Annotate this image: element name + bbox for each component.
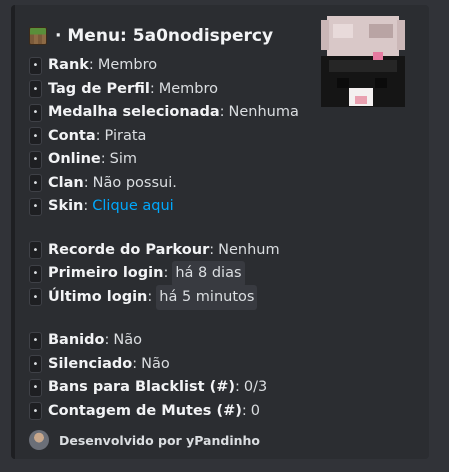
bullet-icon: • (29, 402, 42, 421)
bullet-icon: • (29, 197, 42, 216)
field-value: há 5 minutos (156, 284, 258, 310)
field-value: Sim (109, 151, 137, 167)
field-key: Contagem de Mutes (#) (48, 402, 242, 419)
bullet-icon: • (29, 127, 42, 146)
field-row: • Banido: Não (29, 329, 329, 353)
bullet-icon: • (29, 378, 42, 397)
field-separator: : (235, 379, 240, 395)
field-value: Membro (158, 80, 218, 97)
field-value: Não (141, 355, 170, 372)
field-value: 0 (250, 402, 260, 419)
field-separator: : (88, 57, 94, 73)
developer-avatar-icon (29, 430, 49, 450)
field-value: há 8 dias (172, 261, 245, 287)
field-separator: : (209, 241, 215, 258)
field-value: Não possui. (92, 174, 177, 191)
field-key: Bans para Blacklist (#) (48, 379, 235, 395)
bullet-icon: • (29, 288, 42, 307)
skin-thumbnail[interactable] (319, 16, 405, 107)
grass-block-icon (29, 27, 47, 45)
skin-link[interactable]: Clique aqui (92, 195, 173, 219)
field-key: Recorde do Parkour (48, 241, 210, 258)
field-row: • Tag de Perfil: Membro (29, 78, 329, 102)
field-value: Nenhuma (228, 104, 299, 120)
embed-author: · Menu: 5a0nodispercy (29, 23, 273, 49)
field-separator: : (83, 198, 89, 214)
field-row: • Rank: Membro (29, 54, 329, 78)
field-key: Medalha selecionada (48, 104, 220, 120)
author-prefix: Menu: (67, 26, 133, 46)
field-separator: : (83, 174, 89, 191)
field-row: • Silenciado: Não (29, 353, 329, 377)
embed-footer: Desenvolvido por yPandinho (29, 430, 260, 450)
field-key: Silenciado (48, 355, 133, 372)
field-row: • Primeiro login: há 8 dias (29, 261, 329, 287)
footer-text: Desenvolvido por yPandinho (59, 432, 260, 448)
author-bullet: · (55, 26, 62, 46)
bullet-icon: • (29, 56, 42, 75)
field-key: Banido (48, 332, 105, 348)
author-username: 5a0nodispercy (132, 26, 274, 46)
field-value: Não (113, 332, 142, 348)
bullet-icon: • (29, 264, 42, 283)
field-key: Conta (48, 127, 96, 144)
field-key: Clan (48, 174, 84, 191)
author-title: · Menu: 5a0nodispercy (55, 26, 273, 46)
field-separator: : (241, 402, 247, 419)
field-row: • Clan: Não possui. (29, 172, 329, 196)
bullet-icon: • (29, 241, 42, 260)
bullet-icon: • (29, 150, 42, 169)
field-separator: : (104, 332, 110, 348)
field-row: • Skin: Clique aqui (29, 195, 329, 219)
field-key: Skin (48, 198, 84, 214)
field-separator: : (132, 355, 138, 372)
field-row: • Online: Sim (29, 148, 329, 172)
bullet-icon: • (29, 331, 42, 350)
field-separator: : (95, 127, 101, 144)
field-separator: : (163, 265, 169, 281)
field-key: Online (48, 151, 101, 167)
field-value: Membro (97, 57, 158, 73)
field-key: Último login (48, 288, 148, 305)
field-row: • Bans para Blacklist (#):0/3 (29, 376, 329, 400)
bullet-icon: • (29, 80, 42, 99)
field-value: 0/3 (243, 379, 268, 395)
field-value: Nenhum (218, 241, 280, 258)
field-value: Pirata (104, 127, 147, 144)
field-row: • Medalha selecionada: Nenhuma (29, 101, 329, 125)
embed-fields: • Rank: Membro • Tag de Perfil: Membro • Medalh… (29, 54, 329, 423)
field-row: • Último login: há 5 minutos (29, 284, 329, 310)
field-row: • Contagem de Mutes (#):0 (29, 400, 329, 424)
bullet-icon: • (29, 174, 42, 193)
bullet-icon: • (29, 103, 42, 122)
skin-head-icon (321, 16, 405, 107)
field-separator: : (149, 80, 155, 97)
field-separator: : (100, 151, 106, 167)
field-row: • Conta: Pirata (29, 125, 329, 149)
field-separator: : (219, 104, 225, 120)
embed-card: · Menu: 5a0nodispercy • Rank: Membro • Tag d… (11, 5, 429, 459)
field-key: Tag de Perfil (48, 80, 150, 97)
bullet-icon: • (29, 355, 42, 374)
field-key: Primeiro login (48, 265, 164, 281)
field-separator: : (147, 288, 153, 305)
field-key: Rank (48, 57, 89, 73)
field-row: • Recorde do Parkour: Nenhum (29, 239, 329, 263)
